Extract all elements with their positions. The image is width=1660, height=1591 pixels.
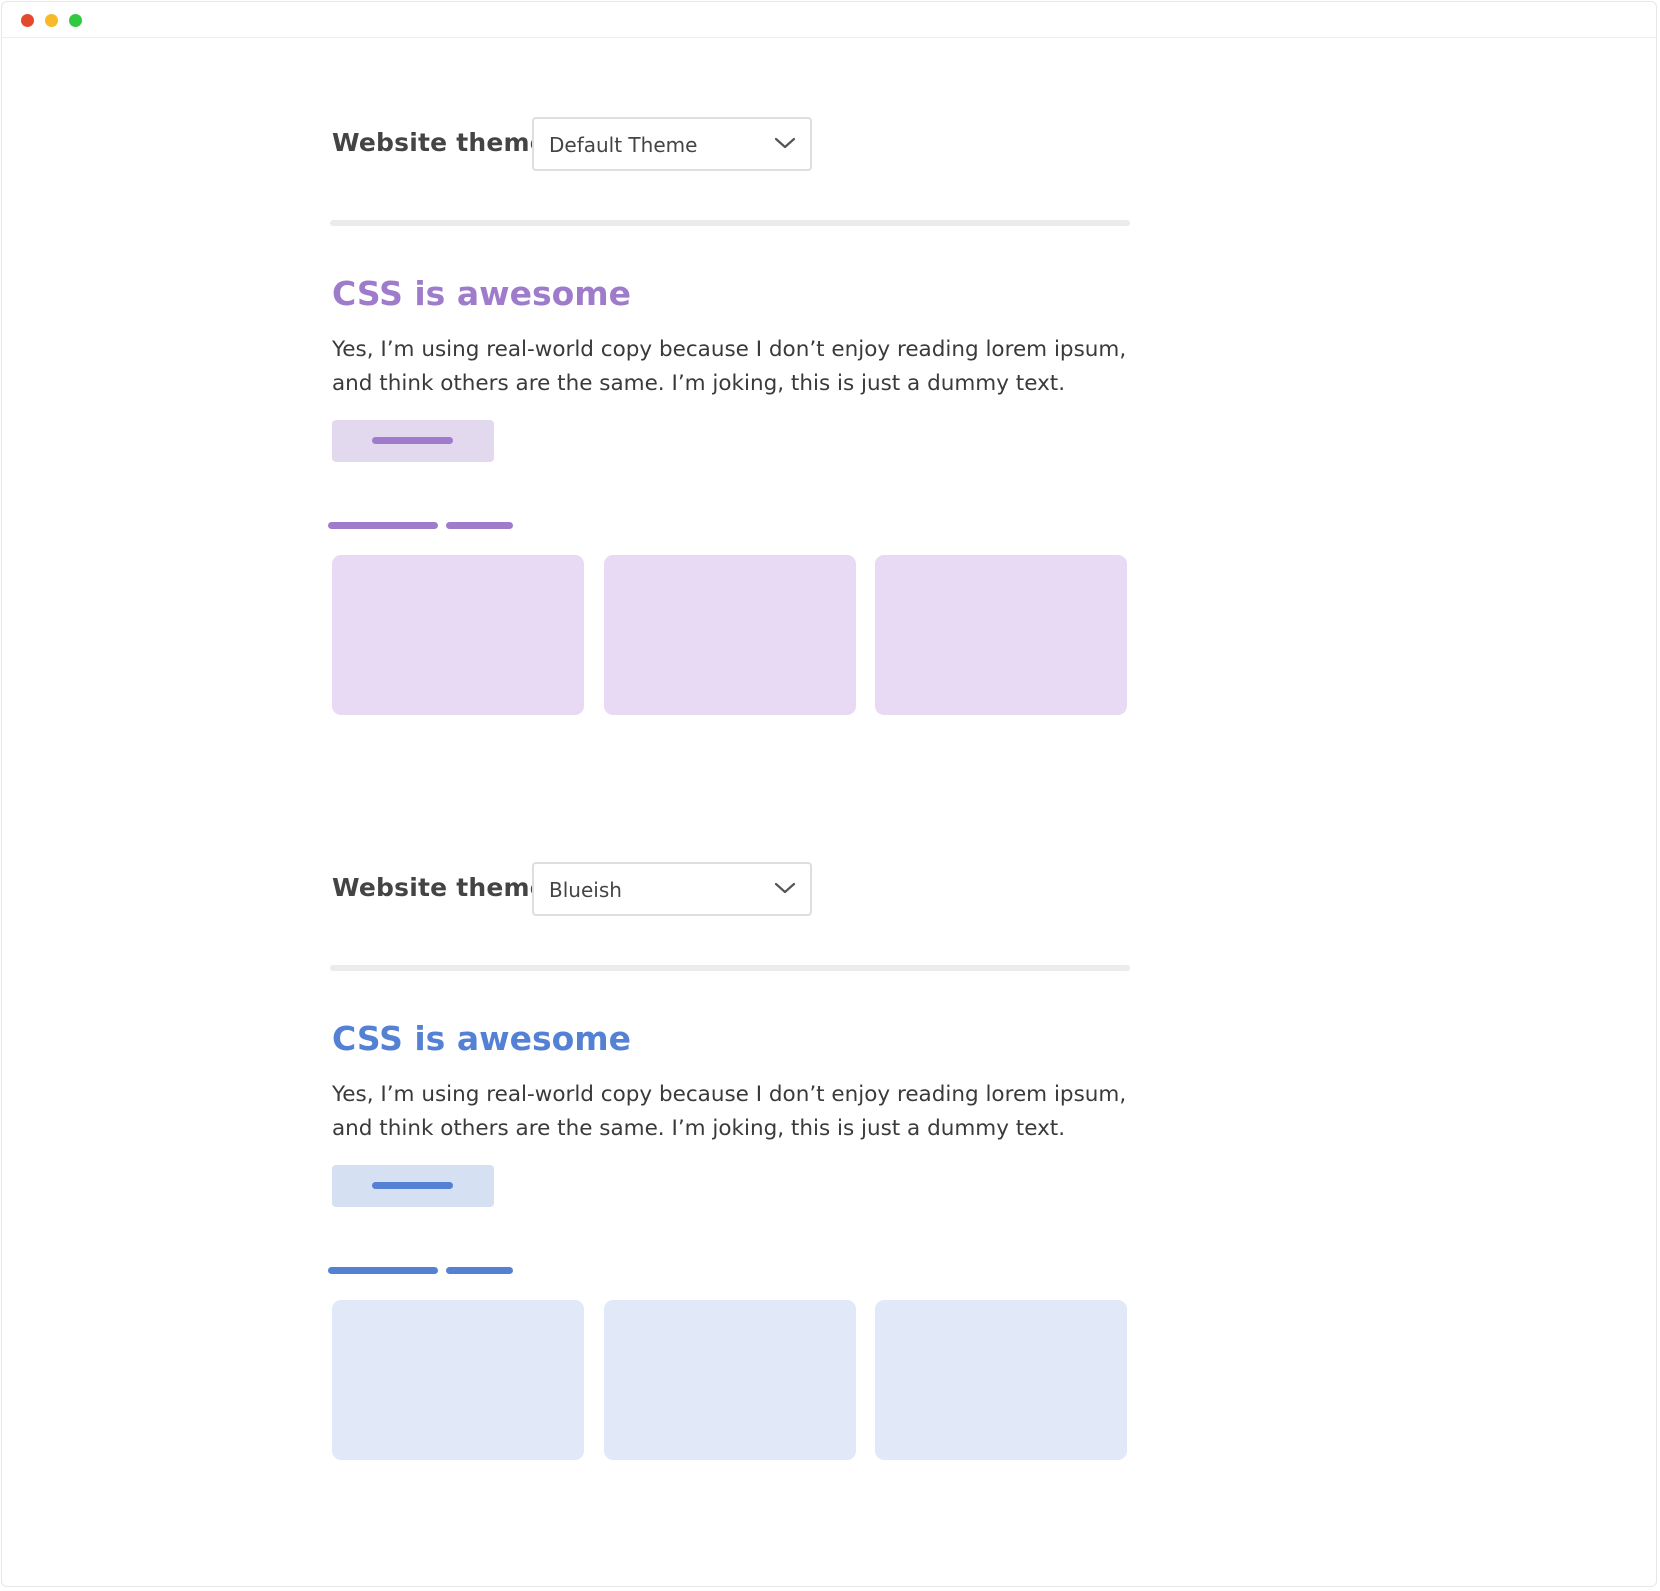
card-3 xyxy=(875,555,1127,715)
chevron-down-icon xyxy=(774,137,796,149)
card-3 xyxy=(875,1300,1127,1460)
body-text: Yes, I’m using real-world copy because I… xyxy=(332,337,1127,396)
card-2 xyxy=(604,555,856,715)
theme-label: Website theme xyxy=(332,873,547,902)
headline: CSS is awesome xyxy=(332,1019,632,1058)
label-placeholder-long xyxy=(328,1267,438,1274)
card-1 xyxy=(332,1300,584,1460)
theme-demo-default: Website theme Default Theme CSS is aweso… xyxy=(328,114,1152,734)
browser-window: Website theme Default Theme CSS is aweso… xyxy=(1,1,1657,1587)
headline: CSS is awesome xyxy=(332,274,632,313)
label-placeholder-short xyxy=(446,522,513,529)
card-2 xyxy=(604,1300,856,1460)
cta-button-label-placeholder xyxy=(372,1182,453,1189)
theme-select[interactable]: Default Theme xyxy=(532,117,812,171)
minimize-window-button[interactable] xyxy=(45,14,58,27)
theme-select-value: Blueish xyxy=(549,878,622,902)
label-placeholder-short xyxy=(446,1267,513,1274)
window-titlebar xyxy=(2,2,1656,38)
section-divider xyxy=(330,220,1130,226)
close-window-button[interactable] xyxy=(21,14,34,27)
body-text: Yes, I’m using real-world copy because I… xyxy=(332,1082,1127,1141)
theme-demo-blueish: Website theme Blueish CSS is awesome Yes… xyxy=(328,859,1152,1479)
zoom-window-button[interactable] xyxy=(69,14,82,27)
label-placeholder-long xyxy=(328,522,438,529)
chevron-down-icon xyxy=(774,882,796,894)
theme-select[interactable]: Blueish xyxy=(532,862,812,916)
theme-label: Website theme xyxy=(332,128,547,157)
cta-button[interactable] xyxy=(332,420,494,462)
section-divider xyxy=(330,965,1130,971)
card-1 xyxy=(332,555,584,715)
cta-button[interactable] xyxy=(332,1165,494,1207)
theme-select-value: Default Theme xyxy=(549,133,698,157)
cta-button-label-placeholder xyxy=(372,437,453,444)
